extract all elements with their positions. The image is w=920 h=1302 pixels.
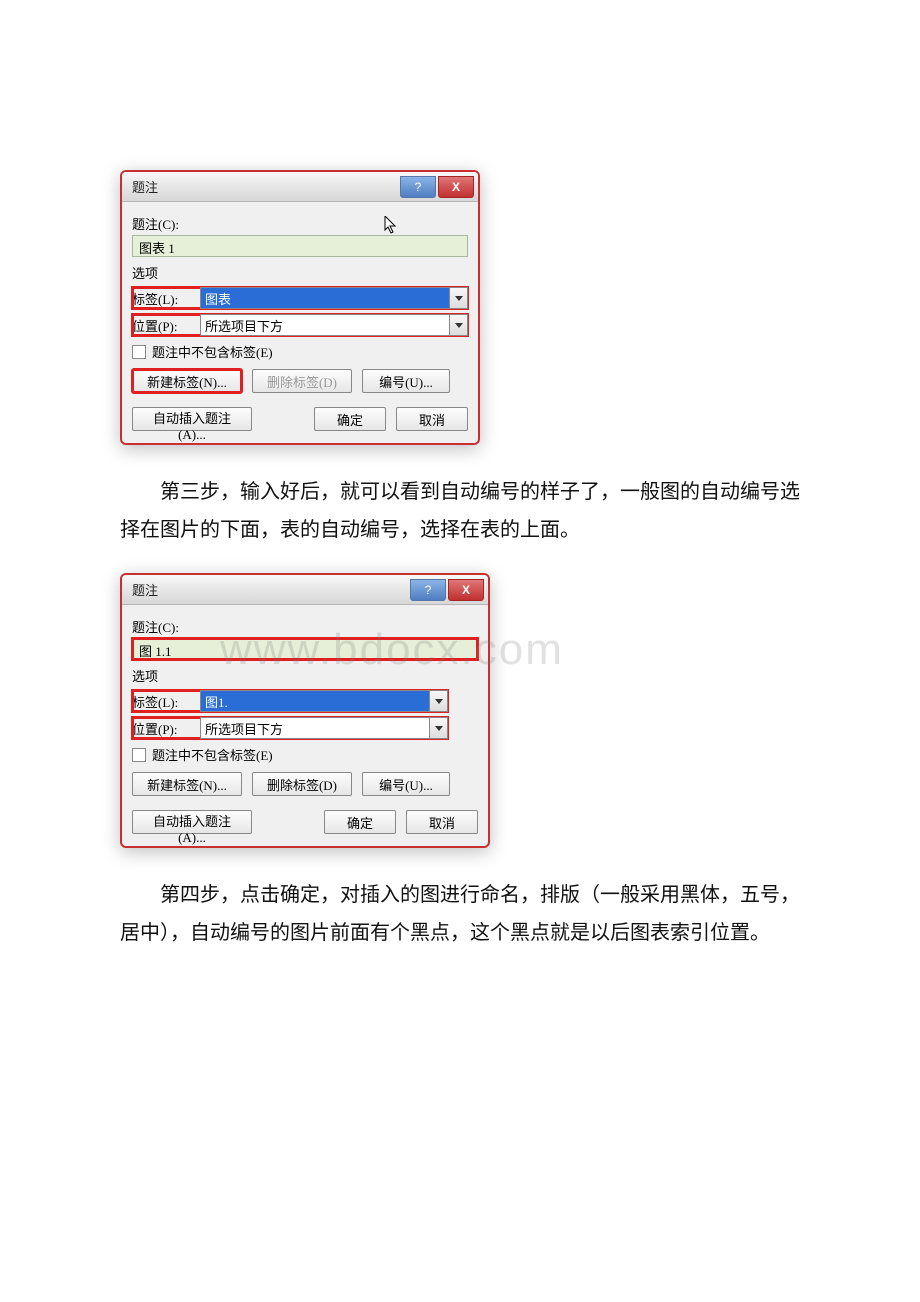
- position-combo-value: 所选项目下方: [205, 719, 283, 738]
- new-label-button[interactable]: 新建标签(N)...: [132, 772, 242, 796]
- step3-paragraph: 第三步，输入好后，就可以看到自动编号的样子了，一般图的自动编号选择在图片的下面，…: [120, 473, 800, 549]
- window-buttons: ? X: [410, 579, 484, 601]
- position-row: 位置(P): 所选项目下方: [132, 314, 468, 336]
- dialog2-wrap: www.bdocx.com 题注 ? X 题注(C): 图 1.1 选项 标签(…: [120, 573, 800, 848]
- label-row: 标签(L): 图表: [132, 287, 468, 309]
- label-combo[interactable]: 图1.: [200, 690, 448, 712]
- exclude-label-text: 题注中不包含标签(E): [152, 745, 273, 764]
- help-button[interactable]: ?: [400, 176, 436, 198]
- label-row: 标签(L): 图1.: [132, 690, 448, 712]
- position-row: 位置(P): 所选项目下方: [132, 717, 448, 739]
- exclude-label-row: 题注中不包含标签(E): [132, 745, 478, 764]
- caption-dialog-1: 题注 ? X 题注(C): 图表 1 选项 标签(L): 图表 位置(P): 所…: [120, 170, 480, 445]
- position-field-label: 位置(P):: [132, 316, 194, 335]
- numbering-button[interactable]: 编号(U)...: [362, 772, 450, 796]
- label-combo-value: 图表: [205, 289, 231, 308]
- titlebar: 题注 ? X: [122, 575, 488, 605]
- close-button[interactable]: X: [448, 579, 484, 601]
- position-combo-value: 所选项目下方: [205, 316, 283, 335]
- window-buttons: ? X: [400, 176, 474, 198]
- exclude-label-row: 题注中不包含标签(E): [132, 342, 468, 361]
- chevron-down-icon[interactable]: [449, 315, 467, 335]
- options-title: 选项: [132, 666, 478, 685]
- label-combo-value: 图1.: [205, 692, 228, 711]
- step4-paragraph: 第四步，点击确定，对插入的图进行命名，排版（一般采用黑体，五号，居中），自动编号…: [120, 876, 800, 952]
- caption-input[interactable]: 图 1.1: [132, 638, 478, 660]
- label-button-row: 新建标签(N)... 删除标签(D) 编号(U)...: [132, 772, 478, 796]
- auto-caption-button[interactable]: 自动插入题注(A)...: [132, 810, 252, 834]
- caption-label: 题注(C):: [132, 617, 478, 636]
- exclude-label-text: 题注中不包含标签(E): [152, 342, 273, 361]
- help-button[interactable]: ?: [410, 579, 446, 601]
- position-combo[interactable]: 所选项目下方: [200, 314, 468, 336]
- chevron-down-icon[interactable]: [449, 288, 467, 308]
- close-button[interactable]: X: [438, 176, 474, 198]
- caption-dialog-2: 题注 ? X 题注(C): 图 1.1 选项 标签(L): 图1. 位置(P):…: [120, 573, 490, 848]
- exclude-label-checkbox[interactable]: [132, 345, 146, 359]
- delete-label-button[interactable]: 删除标签(D): [252, 772, 352, 796]
- auto-caption-button[interactable]: 自动插入题注(A)...: [132, 407, 252, 431]
- label-field-label: 标签(L):: [132, 692, 194, 711]
- footer-row: 自动插入题注(A)... 确定 取消: [132, 810, 478, 834]
- titlebar: 题注 ? X: [122, 172, 478, 202]
- label-button-row: 新建标签(N)... 删除标签(D) 编号(U)...: [132, 369, 468, 393]
- chevron-down-icon[interactable]: [429, 691, 447, 711]
- delete-label-button: 删除标签(D): [252, 369, 352, 393]
- cancel-button[interactable]: 取消: [396, 407, 468, 431]
- position-field-label: 位置(P):: [132, 719, 194, 738]
- dialog-body: 题注(C): 图表 1 选项 标签(L): 图表 位置(P): 所选项目下方 题…: [122, 202, 478, 443]
- caption-input[interactable]: 图表 1: [132, 235, 468, 257]
- ok-button[interactable]: 确定: [314, 407, 386, 431]
- caption-label: 题注(C):: [132, 214, 468, 233]
- exclude-label-checkbox[interactable]: [132, 748, 146, 762]
- options-title: 选项: [132, 263, 468, 282]
- label-field-label: 标签(L):: [132, 289, 194, 308]
- chevron-down-icon[interactable]: [429, 718, 447, 738]
- numbering-button[interactable]: 编号(U)...: [362, 369, 450, 393]
- ok-button[interactable]: 确定: [324, 810, 396, 834]
- new-label-button[interactable]: 新建标签(N)...: [132, 369, 242, 393]
- label-combo[interactable]: 图表: [200, 287, 468, 309]
- dialog-title: 题注: [132, 177, 158, 196]
- position-combo[interactable]: 所选项目下方: [200, 717, 448, 739]
- dialog-body: 题注(C): 图 1.1 选项 标签(L): 图1. 位置(P): 所选项目下方…: [122, 605, 488, 846]
- footer-row: 自动插入题注(A)... 确定 取消: [132, 407, 468, 431]
- cancel-button[interactable]: 取消: [406, 810, 478, 834]
- dialog-title: 题注: [132, 580, 158, 599]
